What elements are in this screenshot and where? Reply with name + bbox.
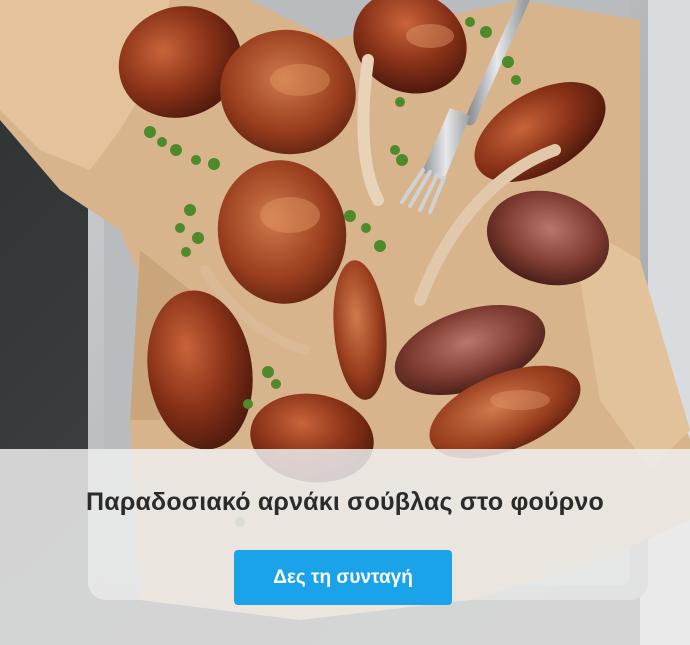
recipe-title: Παραδοσιακό αρνάκι σούβλας στο φούρνο [86, 488, 604, 516]
view-recipe-button[interactable]: Δες τη συνταγή [234, 550, 452, 605]
card-overlay [0, 449, 690, 645]
